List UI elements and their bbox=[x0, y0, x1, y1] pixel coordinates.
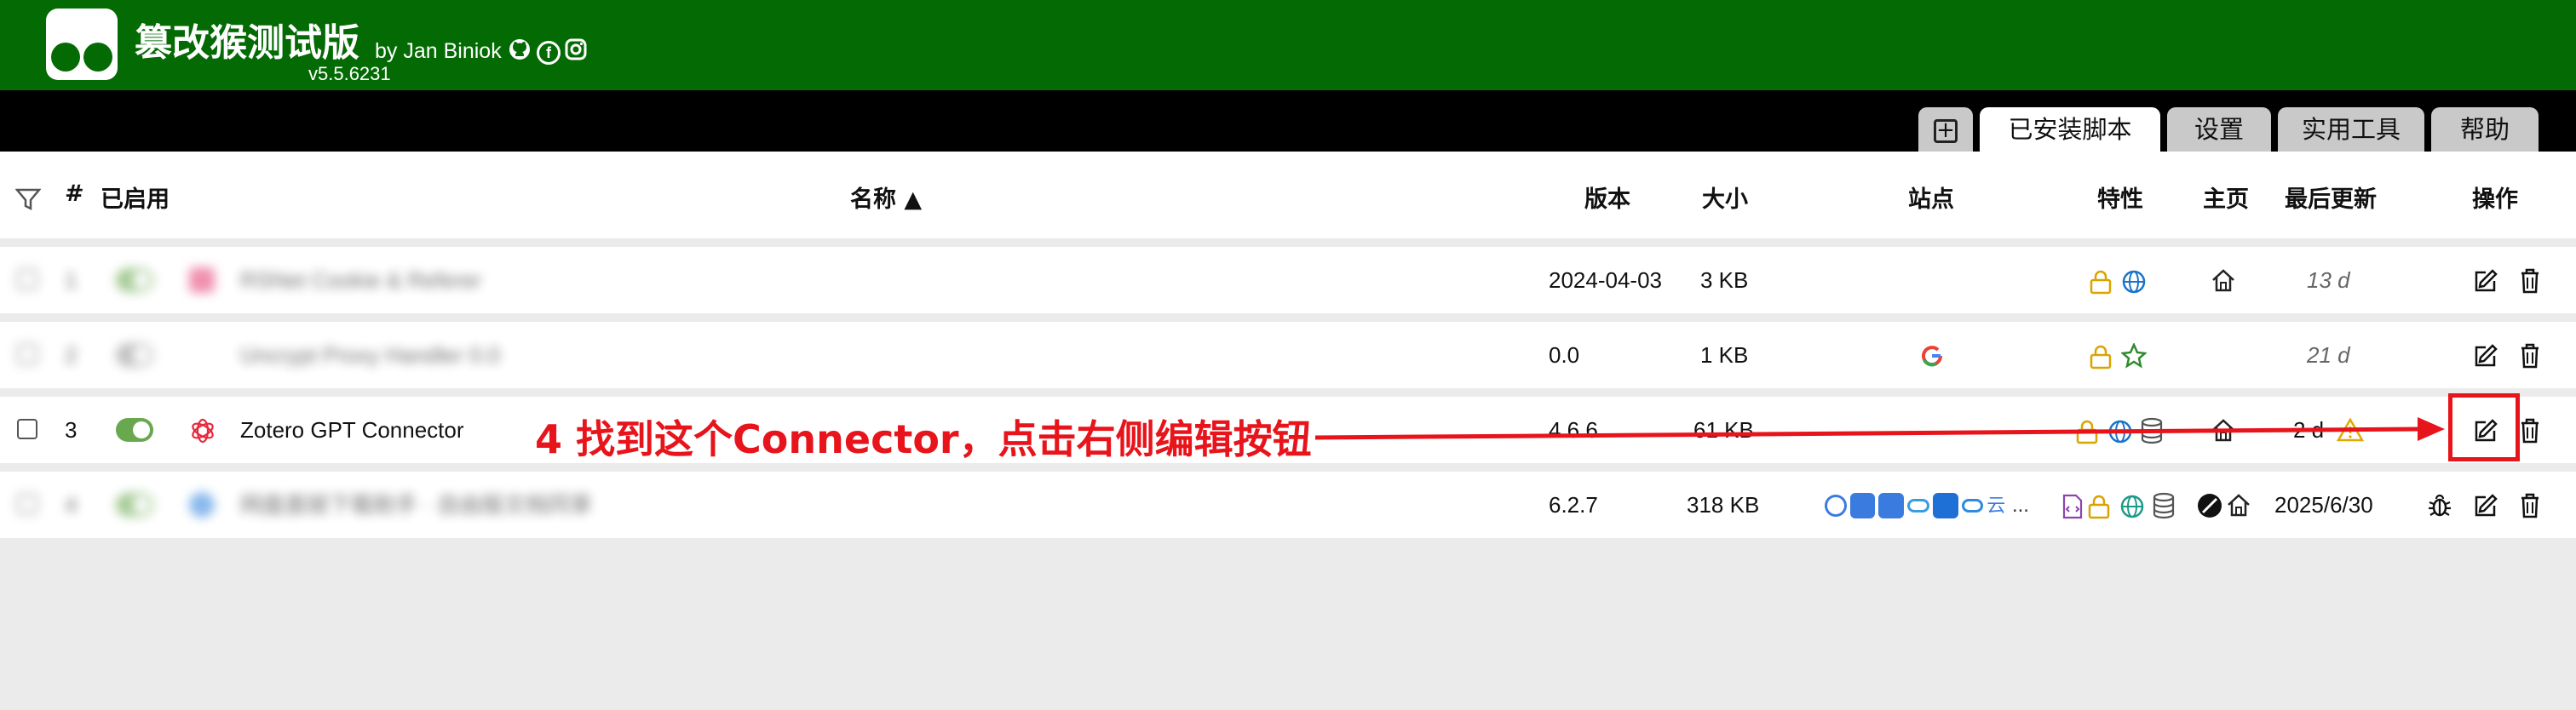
col-features[interactable]: 特性 bbox=[2097, 180, 2143, 214]
row-num: 4 bbox=[65, 492, 78, 518]
home-icon[interactable] bbox=[2225, 492, 2252, 518]
script-icon bbox=[189, 267, 215, 293]
tab-help[interactable]: 帮助 bbox=[2431, 107, 2539, 152]
tab-add-script[interactable]: + bbox=[1918, 107, 1973, 152]
table-row[interactable]: 4 网盘直链下载助手 · 自由版文档同享 6.2.7 318 KB 云 ... … bbox=[0, 472, 2576, 538]
trash-icon[interactable] bbox=[2518, 342, 2542, 369]
tab-installed-scripts[interactable]: 已安装脚本 bbox=[1980, 107, 2160, 152]
openai-icon bbox=[192, 418, 214, 444]
site-icon bbox=[1961, 499, 1984, 512]
row-num: 2 bbox=[65, 342, 78, 368]
instagram-icon[interactable] bbox=[564, 37, 588, 67]
enabled-toggle[interactable] bbox=[116, 493, 153, 517]
row-checkbox[interactable] bbox=[17, 419, 37, 439]
table-row[interactable]: 1 RSNet Cookie & Referer 2024-04-03 3 KB… bbox=[0, 247, 2576, 313]
home-icon[interactable] bbox=[2210, 267, 2237, 293]
script-name[interactable]: Zotero GPT Connector bbox=[240, 397, 464, 463]
edit-icon[interactable] bbox=[2472, 267, 2499, 295]
tab-bar: + 已安装脚本 设置 实用工具 帮助 bbox=[0, 90, 2576, 152]
globe-icon bbox=[2108, 420, 2132, 444]
home-icon[interactable] bbox=[2210, 417, 2237, 443]
script-version: 0.0 bbox=[1549, 342, 1580, 368]
site-icon bbox=[1849, 493, 1876, 518]
col-enabled[interactable]: 已启用 bbox=[101, 180, 170, 214]
github-icon[interactable] bbox=[2196, 492, 2223, 519]
app-title: 篡改猴测试版 bbox=[135, 21, 359, 65]
table-header: # 已启用 名称 ▲ 版本 大小 站点 特性 主页 最后更新 操作 bbox=[0, 152, 2576, 238]
row-checkbox[interactable] bbox=[17, 344, 37, 364]
byline: by Jan Biniok bbox=[375, 39, 502, 63]
filter-icon[interactable] bbox=[15, 187, 41, 211]
database-icon bbox=[2153, 492, 2175, 519]
enabled-toggle[interactable] bbox=[116, 418, 153, 442]
script-version: 2024-04-03 bbox=[1549, 267, 1662, 293]
script-icon bbox=[189, 492, 215, 518]
tampermonkey-logo bbox=[46, 9, 118, 80]
last-updated: 13 d bbox=[2307, 267, 2350, 293]
row-checkbox[interactable] bbox=[17, 269, 37, 289]
script-size: 61 KB bbox=[1693, 417, 1754, 443]
last-updated: 21 d bbox=[2307, 342, 2350, 368]
row-num: 1 bbox=[65, 267, 78, 293]
tab-settings[interactable]: 设置 bbox=[2167, 107, 2271, 152]
table-row[interactable]: 2 Uncrypt Proxy Handler 0.0 0.0 1 KB 21 … bbox=[0, 322, 2576, 388]
lock-icon bbox=[2076, 420, 2098, 444]
script-version: 6.2.7 bbox=[1549, 492, 1598, 518]
plus-square-icon: + bbox=[1934, 119, 1958, 143]
col-version[interactable]: 版本 bbox=[1584, 180, 1630, 214]
globe-icon bbox=[2120, 495, 2144, 518]
col-num[interactable]: # bbox=[65, 180, 84, 207]
github-icon[interactable] bbox=[508, 37, 532, 67]
star-icon bbox=[2121, 343, 2147, 369]
script-name[interactable]: 网盘直链下载助手 · 自由版文档同享 bbox=[240, 472, 592, 538]
col-size[interactable]: 大小 bbox=[1702, 180, 1748, 214]
site-icon bbox=[1825, 495, 1847, 517]
site-icon bbox=[1878, 493, 1905, 518]
version-label: v5.5.6231 bbox=[308, 63, 391, 84]
script-size: 1 KB bbox=[1700, 342, 1749, 368]
edit-icon[interactable] bbox=[2472, 492, 2499, 519]
row-num: 3 bbox=[65, 417, 78, 443]
script-name[interactable]: Uncrypt Proxy Handler 0.0 bbox=[240, 322, 500, 388]
site-icon bbox=[1907, 499, 1929, 512]
trash-icon[interactable] bbox=[2518, 492, 2542, 519]
tab-utilities[interactable]: 实用工具 bbox=[2278, 107, 2424, 152]
google-icon bbox=[1922, 346, 1943, 367]
trash-icon[interactable] bbox=[2518, 267, 2542, 295]
enabled-toggle[interactable] bbox=[116, 268, 153, 292]
script-version: 4.6.6 bbox=[1549, 417, 1598, 443]
last-updated: 2 d bbox=[2293, 417, 2325, 443]
annotation-text: 4 找到这个Connector，点击右侧编辑按钮 bbox=[535, 416, 1312, 462]
globe-icon bbox=[2122, 270, 2146, 294]
col-name[interactable]: 名称 ▲ bbox=[850, 180, 922, 214]
col-sites[interactable]: 站点 bbox=[1908, 180, 1954, 214]
site-icon: 云 bbox=[1987, 495, 2006, 516]
trash-icon[interactable] bbox=[2518, 417, 2542, 444]
script-size: 3 KB bbox=[1700, 267, 1749, 293]
script-name[interactable]: RSNet Cookie & Referer bbox=[240, 247, 481, 313]
col-last-updated[interactable]: 最后更新 bbox=[2285, 180, 2377, 214]
lock-icon bbox=[2090, 270, 2112, 295]
lock-icon bbox=[2088, 495, 2110, 519]
warning-icon bbox=[2336, 417, 2365, 442]
col-homepage[interactable]: 主页 bbox=[2203, 180, 2249, 214]
row-checkbox[interactable] bbox=[17, 494, 37, 514]
enabled-toggle[interactable] bbox=[116, 343, 153, 367]
col-actions: 操作 bbox=[2472, 186, 2518, 213]
file-code-icon bbox=[2062, 494, 2083, 519]
bug-icon[interactable] bbox=[2426, 492, 2453, 519]
last-updated: 2025/6/30 bbox=[2274, 492, 2373, 518]
site-icons: 云 ... bbox=[1825, 492, 2029, 519]
database-icon bbox=[2141, 417, 2163, 444]
facebook-icon[interactable]: f bbox=[537, 37, 561, 65]
edit-icon[interactable] bbox=[2472, 342, 2499, 369]
app-header: 篡改猴测试版 by Jan Biniok v5.5.6231 f bbox=[0, 0, 2576, 90]
annotation-highlight-box bbox=[2448, 393, 2520, 461]
script-size: 318 KB bbox=[1687, 492, 1760, 518]
lock-icon bbox=[2090, 345, 2112, 369]
site-icon bbox=[1932, 493, 1958, 518]
